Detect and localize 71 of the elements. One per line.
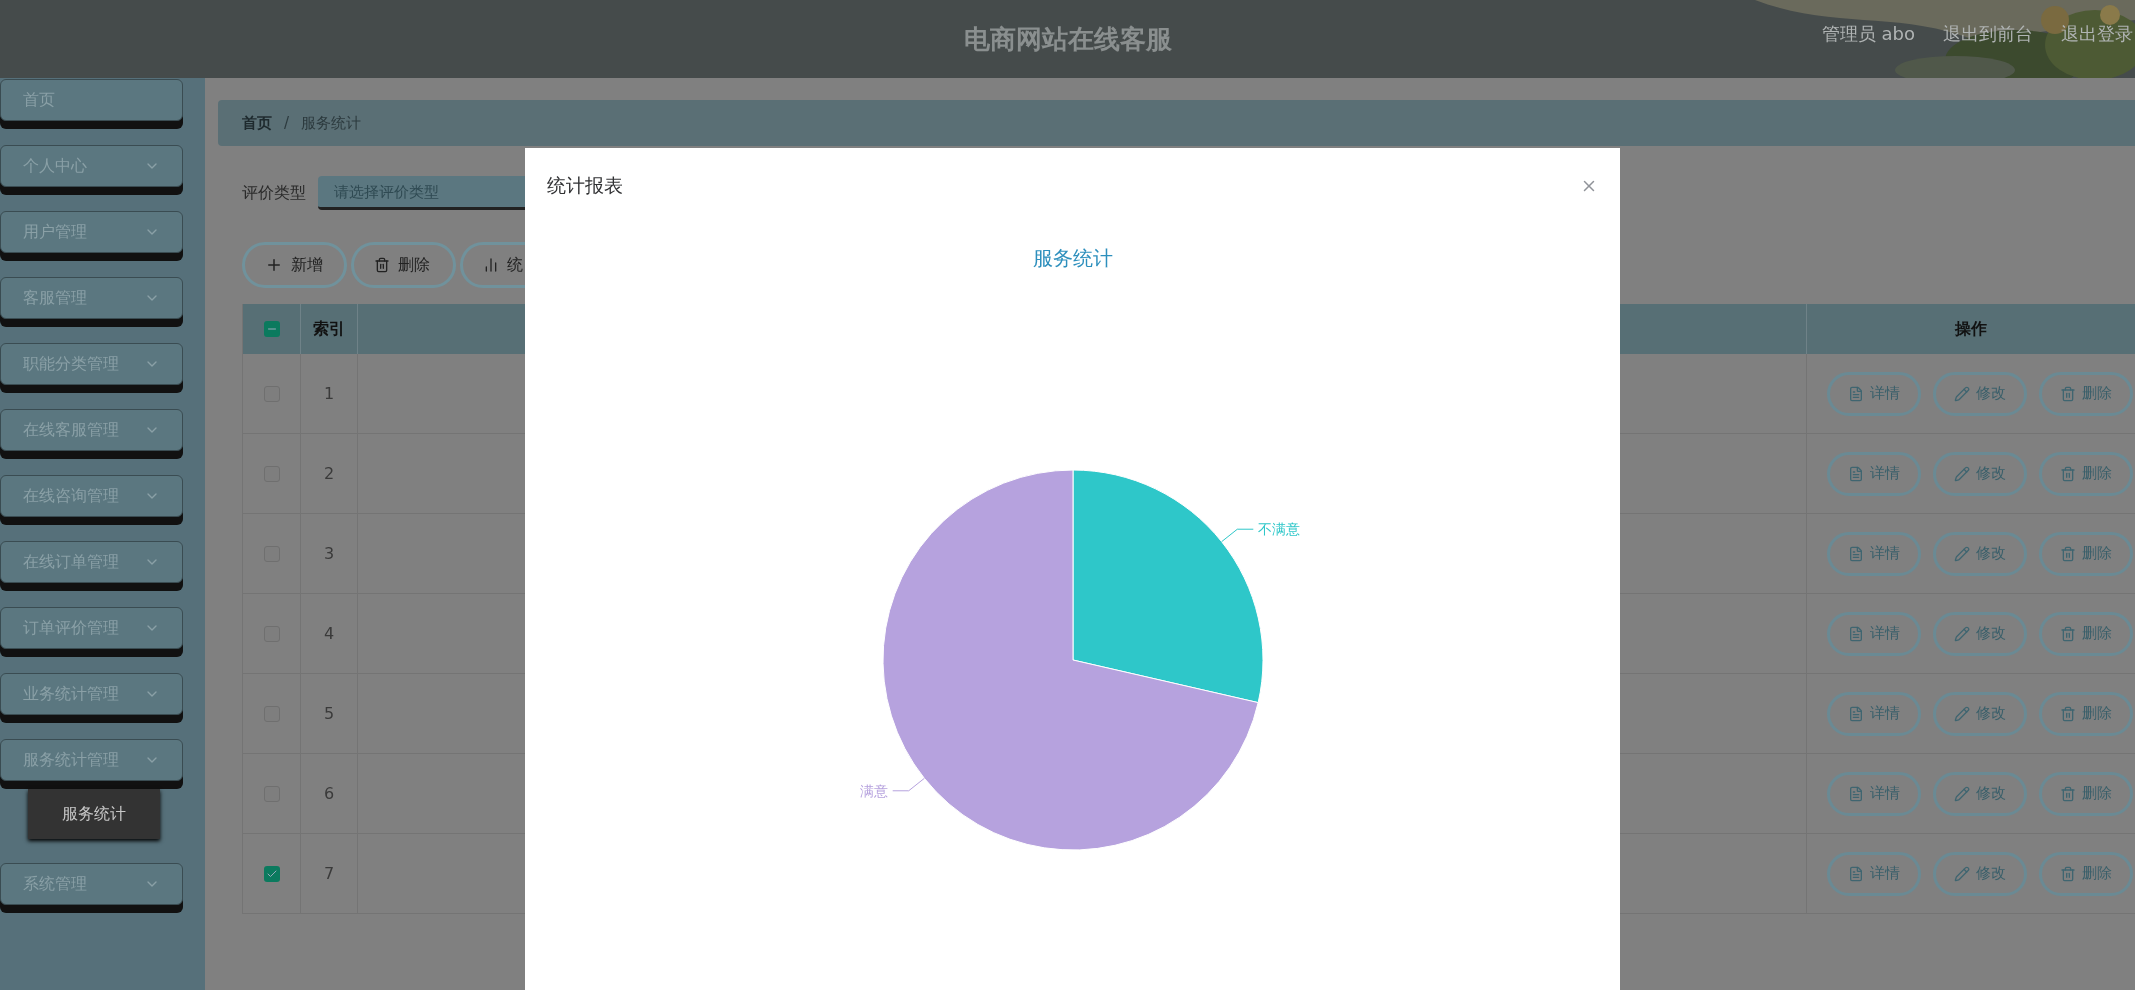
chart-title: 服务统计 (1033, 246, 1113, 270)
row-action-button[interactable]: 修改 (1933, 851, 2027, 896)
user-label: 管理员 abo (1821, 22, 1915, 46)
table-cell-text: 4 (323, 622, 335, 645)
row-action-button[interactable]: 修改 (1933, 691, 2027, 736)
row-action-button[interactable]: 详情 (1827, 851, 1921, 896)
trash-icon (2060, 545, 2076, 562)
row-action-button[interactable]: 详情 (1827, 451, 1921, 496)
row-action-button[interactable]: 删除 (2039, 531, 2133, 576)
breadcrumb-separator: / (284, 112, 290, 134)
plus-icon (265, 256, 283, 274)
trash-icon (2060, 625, 2076, 642)
row-action-button[interactable]: 详情 (1827, 691, 1921, 736)
row-action-button[interactable]: 详情 (1827, 371, 1921, 416)
row-action-button[interactable]: 详情 (1827, 531, 1921, 576)
pencil-icon (1954, 705, 1970, 722)
column-header: 索引 (313, 318, 345, 340)
toolbar-button[interactable]: 删除 (351, 242, 456, 288)
document-icon (1848, 785, 1864, 802)
pencil-icon (1954, 465, 1970, 482)
checkbox[interactable] (263, 321, 280, 337)
row-action-button[interactable]: 删除 (2039, 851, 2133, 896)
trash-icon (2060, 865, 2076, 882)
document-icon (1848, 865, 1864, 882)
row-action-button[interactable]: 修改 (1933, 531, 2027, 576)
pencil-icon (1954, 865, 1970, 882)
row-action-button[interactable]: 删除 (2039, 611, 2133, 656)
slice-label: 不满意 (1258, 521, 1301, 538)
dialog-title: 统计报表 (547, 173, 623, 199)
filter-label: 评价类型 (242, 182, 306, 204)
document-icon (1848, 545, 1864, 562)
document-icon (1848, 465, 1864, 482)
document-icon (1848, 705, 1864, 722)
toolbar-button[interactable]: 新增 (242, 242, 347, 288)
table-cell-text: 1 (323, 382, 335, 405)
pencil-icon (1954, 785, 1970, 802)
pencil-icon (1954, 545, 1970, 562)
row-action-button[interactable]: 删除 (2039, 371, 2133, 416)
row-action-button[interactable]: 删除 (2039, 691, 2133, 736)
table-cell-text: 7 (323, 862, 335, 885)
submenu-item[interactable]: 服务统计 (28, 789, 160, 839)
breadcrumb-link[interactable]: 首页 (242, 111, 272, 135)
document-icon (1848, 385, 1864, 402)
row-action-button[interactable]: 详情 (1827, 771, 1921, 816)
row-action-button[interactable]: 详情 (1827, 611, 1921, 656)
pencil-icon (1954, 625, 1970, 642)
trash-icon (2060, 465, 2076, 482)
row-action-button[interactable]: 修改 (1933, 371, 2027, 416)
row-action-button[interactable]: 修改 (1933, 771, 2027, 816)
table-cell-text: 2 (323, 462, 335, 485)
row-action-button[interactable]: 删除 (2039, 451, 2133, 496)
site-title: 电商网站在线客服 (963, 22, 1172, 56)
trash-icon (2060, 385, 2076, 402)
table-cell-text: 3 (323, 542, 335, 565)
trash-icon (374, 257, 390, 273)
header-link[interactable]: 退出到前台 (1943, 20, 2033, 47)
bar-chart-icon (483, 257, 499, 273)
row-action-button[interactable]: 删除 (2039, 771, 2133, 816)
checkbox[interactable] (263, 865, 280, 882)
leader-line (892, 777, 925, 792)
pencil-icon (1954, 385, 1970, 402)
slice-label: 满意 (859, 782, 888, 799)
document-icon (1848, 625, 1864, 642)
table-cell-text: 6 (323, 782, 335, 805)
leader-line (1221, 528, 1254, 543)
table-cell-text: 5 (323, 702, 335, 725)
column-header: 操作 (1955, 318, 1987, 340)
trash-icon (2060, 705, 2076, 722)
row-action-button[interactable]: 修改 (1933, 611, 2027, 656)
trash-icon (2060, 785, 2076, 802)
row-action-button[interactable]: 修改 (1933, 451, 2027, 496)
